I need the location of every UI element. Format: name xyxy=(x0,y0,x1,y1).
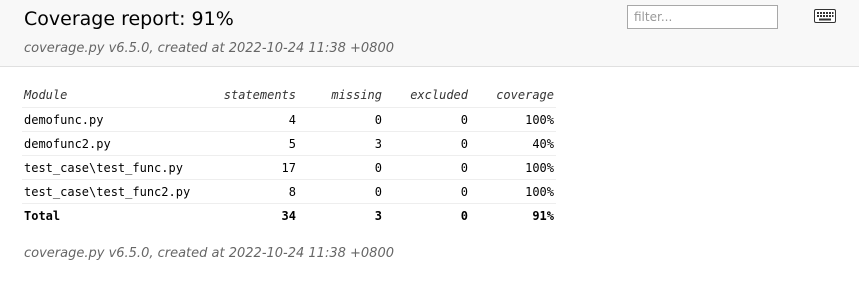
statements-cell: 5 xyxy=(216,131,298,156)
filter-input[interactable] xyxy=(627,5,778,29)
excluded-cell: 0 xyxy=(384,131,470,156)
missing-cell: 0 xyxy=(298,155,384,180)
missing-cell: 0 xyxy=(298,179,384,204)
footer-created-info: coverage.py v6.5.0, created at 2022-10-2… xyxy=(24,246,394,261)
coverage-cell: 100% xyxy=(470,107,556,132)
module-link[interactable]: test_case\test_func.py xyxy=(22,155,216,180)
coverage-cell: 100% xyxy=(470,155,556,180)
coverage-cell: 40% xyxy=(470,131,556,156)
total-missing: 3 xyxy=(374,208,382,223)
excluded-cell: 0 xyxy=(384,155,470,180)
header: Coverage report: 91% coverage.py v6.5.0,… xyxy=(0,0,859,67)
statements-cell: 4 xyxy=(216,107,298,132)
table-row: demofunc2.py 5 3 0 40% xyxy=(22,131,556,156)
missing-cell: 3 xyxy=(298,131,384,156)
created-info: coverage.py v6.5.0, created at 2022-10-2… xyxy=(24,41,394,56)
coverage-cell: 100% xyxy=(470,179,556,204)
table-row: demofunc.py 4 0 0 100% xyxy=(22,107,556,132)
column-header-coverage[interactable]: coverage xyxy=(470,83,556,108)
table-row: test_case\test_func.py 17 0 0 100% xyxy=(22,155,556,180)
column-header-excluded[interactable]: excluded xyxy=(384,83,470,108)
column-header-statements[interactable]: statements xyxy=(216,83,298,108)
excluded-cell: 0 xyxy=(384,179,470,204)
page-title: Coverage report: 91% xyxy=(24,8,234,30)
total-label: Total xyxy=(24,208,61,223)
missing-cell: 0 xyxy=(298,107,384,132)
column-header-missing[interactable]: missing xyxy=(298,83,384,108)
total-excluded: 0 xyxy=(460,208,468,223)
total-statements: 34 xyxy=(281,208,296,223)
total-coverage: 91% xyxy=(532,208,554,223)
module-link[interactable]: test_case\test_func2.py xyxy=(22,179,216,204)
excluded-cell: 0 xyxy=(384,107,470,132)
module-link[interactable]: demofunc2.py xyxy=(22,131,216,156)
module-link[interactable]: demofunc.py xyxy=(22,107,216,132)
table-header-row: Module statements missing excluded cover… xyxy=(22,83,556,108)
statements-cell: 17 xyxy=(216,155,298,180)
keyboard-icon[interactable] xyxy=(814,8,836,23)
column-header-module[interactable]: Module xyxy=(22,83,216,108)
total-row: Total 34 3 0 91% xyxy=(22,204,556,228)
coverage-table: Module statements missing excluded cover… xyxy=(22,83,556,227)
statements-cell: 8 xyxy=(216,179,298,204)
table-row: test_case\test_func2.py 8 0 0 100% xyxy=(22,179,556,204)
